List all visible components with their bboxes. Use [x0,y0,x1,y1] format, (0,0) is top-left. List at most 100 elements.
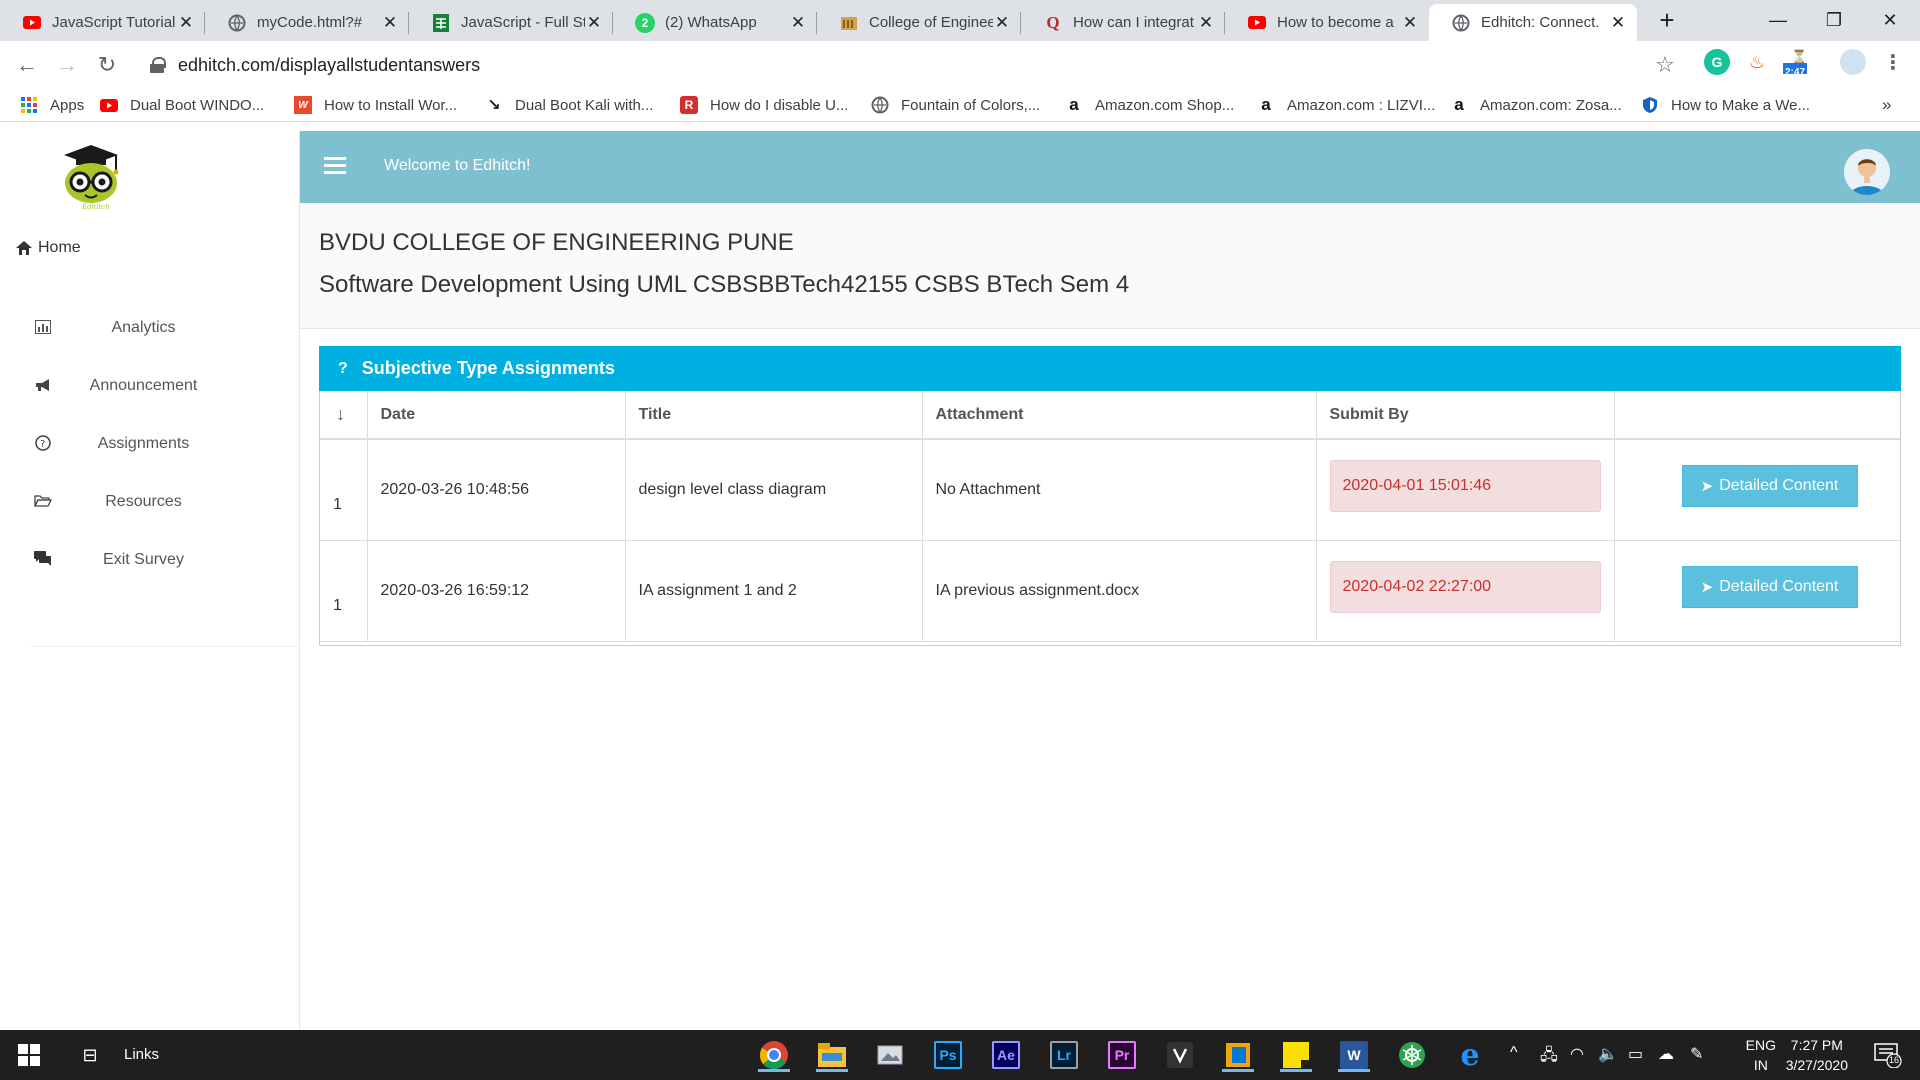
premiere-icon[interactable]: Pr [1104,1038,1140,1072]
bookmark-item[interactable]: R How do I disable U... [680,94,848,116]
vpn-app-icon[interactable] [1162,1038,1198,1072]
outlook-icon[interactable] [1220,1038,1256,1072]
column-header-attachment[interactable]: Attachment [922,391,1317,440]
new-tab-button[interactable]: + [1651,7,1683,35]
pen-workspace-icon[interactable]: ✎ [1690,1044,1703,1064]
close-window-icon[interactable]: ✕ [1862,0,1918,40]
reload-icon[interactable]: ↻ [92,50,122,80]
restore-window-icon[interactable]: ❐ [1806,0,1862,40]
profile-avatar-icon[interactable] [1840,49,1866,75]
tab-title: (2) WhatsApp [665,14,757,31]
bookmark-item[interactable]: Fountain of Colors,... [871,94,1040,116]
close-tab-icon[interactable]: ✕ [789,13,807,33]
assignment-attachment[interactable]: IA previous assignment.docx [922,540,1317,642]
bookmark-label: How do I disable U... [710,96,849,114]
wp-icon: W [294,96,312,114]
close-tab-icon[interactable]: ✕ [1609,13,1627,33]
sort-arrow-icon[interactable]: ↓ [320,391,368,440]
bookmark-item[interactable]: a Amazon.com: Zosa... [1450,94,1621,116]
battery-icon[interactable]: ▭ [1628,1044,1643,1064]
browser-tab[interactable]: myCode.html?# ✕ [205,4,409,41]
apps-grid-icon [20,96,38,114]
bookmarks-bar: Apps Dual Boot WINDO... W How to Install… [0,88,1920,122]
browser-tab[interactable]: Q How can I integrat ✕ [1021,4,1225,41]
sidebar-item-exit-survey[interactable]: Exit Survey [0,525,300,595]
lock-icon [150,57,166,73]
chrome-taskbar-icon[interactable] [756,1038,792,1072]
minimize-window-icon[interactable]: — [1750,0,1806,40]
panel-header: ? Subjective Type Assignments [319,346,1901,391]
flame-extension-icon[interactable]: ♨ [1744,49,1770,75]
close-tab-icon[interactable]: ✕ [177,13,195,33]
bookmark-label: Amazon.com Shop... [1095,96,1235,114]
assignment-title: design level class diagram [625,439,923,541]
table-header-row: ↓ Date Title Attachment Submit By [320,391,1900,440]
file-explorer-icon[interactable] [814,1038,850,1072]
language-indicator[interactable]: ENG IN [1746,1035,1776,1075]
user-avatar-icon[interactable] [1844,149,1890,195]
lightroom-icon[interactable]: Lr [1046,1038,1082,1072]
bookmark-item[interactable]: a Amazon.com Shop... [1065,94,1234,116]
sidebar-item-label: Analytics [111,319,176,336]
column-header-actions [1614,391,1900,440]
windows-taskbar: ⊟ Links Ps Ae Lr Pr W e ^ 🖧 ◠ 🔈 ▭ ☁ ✎ EN… [0,1030,1920,1080]
edge-browser-icon[interactable]: e [1452,1038,1488,1073]
onedrive-cloud-icon[interactable]: ☁ [1658,1044,1674,1064]
browser-tab[interactable]: JavaScript Tutorial ✕ [0,4,205,41]
photoshop-icon[interactable]: Ps [930,1038,966,1072]
sidebar-home[interactable]: Home [16,239,81,257]
system-clock[interactable]: 7:27 PM 3/27/2020 [1786,1035,1848,1075]
bookmark-label: Dual Boot Kali with... [515,96,654,114]
task-view-icon[interactable]: ⊟ [72,1038,108,1072]
close-tab-icon[interactable]: ✕ [381,13,399,33]
forward-arrow-icon[interactable]: → [52,50,82,80]
network-status-icon[interactable]: 🖧 [1540,1044,1558,1071]
word-icon[interactable]: W [1336,1038,1372,1072]
show-hidden-icons-chevron-icon[interactable]: ^ [1510,1044,1518,1062]
address-bar[interactable]: edhitch.com/displayallstudentanswers [138,48,1668,82]
bookmark-apps[interactable]: Apps [20,94,84,116]
volume-icon[interactable]: 🔈 [1598,1044,1618,1064]
app-topbar: Welcome to Edhitch! [300,131,1920,203]
photos-icon[interactable] [872,1038,908,1072]
column-header-submit-by[interactable]: Submit By [1316,391,1615,440]
grammarly-icon[interactable]: G [1704,49,1730,75]
links-toolbar[interactable]: Links [124,1046,159,1063]
bookmark-item[interactable]: How to Make a We... [1641,94,1810,116]
notifications-icon[interactable]: 16 [1874,1042,1902,1069]
close-tab-icon[interactable]: ✕ [1401,13,1419,33]
after-effects-icon[interactable]: Ae [988,1038,1024,1072]
bookmark-item[interactable]: W How to Install Wor... [294,94,457,116]
more-bookmarks-chevron-icon[interactable]: » [1882,94,1891,116]
edhitch-logo[interactable]: Edhitch [58,139,124,211]
column-header-date[interactable]: Date [367,391,626,440]
wifi-icon[interactable]: ◠ [1570,1044,1584,1064]
browser-tab[interactable]: 2 (2) WhatsApp ✕ [613,4,817,41]
youtube-icon [100,96,118,114]
sticky-notes-icon[interactable] [1278,1038,1314,1072]
column-header-title[interactable]: Title [625,391,923,440]
browser-tab-active[interactable]: Edhitch: Connect. ✕ [1429,4,1637,41]
url-text[interactable]: edhitch.com/displayallstudentanswers [178,55,480,76]
menu-toggle-icon[interactable] [324,157,346,178]
sidebar-item-label: Exit Survey [103,551,184,568]
tab-title: College of Enginee [869,14,993,31]
browser-tab[interactable]: JavaScript - Full St ✕ [409,4,613,41]
close-tab-icon[interactable]: ✕ [1197,13,1215,33]
detailed-content-button[interactable]: ➤ Detailed Content [1681,565,1858,608]
bookmark-item[interactable]: a Amazon.com : LIZVI... [1257,94,1435,116]
tab-title: JavaScript Tutorial [52,14,176,31]
kali-icon: ↘ [487,97,501,114]
bookmark-star-icon[interactable]: ☆ [1650,50,1680,80]
browser-tab[interactable]: How to become a ✕ [1225,4,1429,41]
chatgpt-style-app-icon[interactable] [1394,1038,1430,1072]
back-arrow-icon[interactable]: ← [12,50,42,80]
browser-menu-icon[interactable]: ⋮ [1880,49,1906,75]
bookmark-item[interactable]: ↘ Dual Boot Kali with... [485,94,653,116]
detailed-content-button[interactable]: ➤ Detailed Content [1681,464,1858,507]
close-tab-icon[interactable]: ✕ [993,13,1011,33]
windows-start-icon[interactable] [18,1044,40,1066]
close-tab-icon[interactable]: ✕ [585,13,603,33]
browser-tab[interactable]: College of Enginee ✕ [817,4,1021,41]
bookmark-item[interactable]: Dual Boot WINDO... [100,94,264,116]
